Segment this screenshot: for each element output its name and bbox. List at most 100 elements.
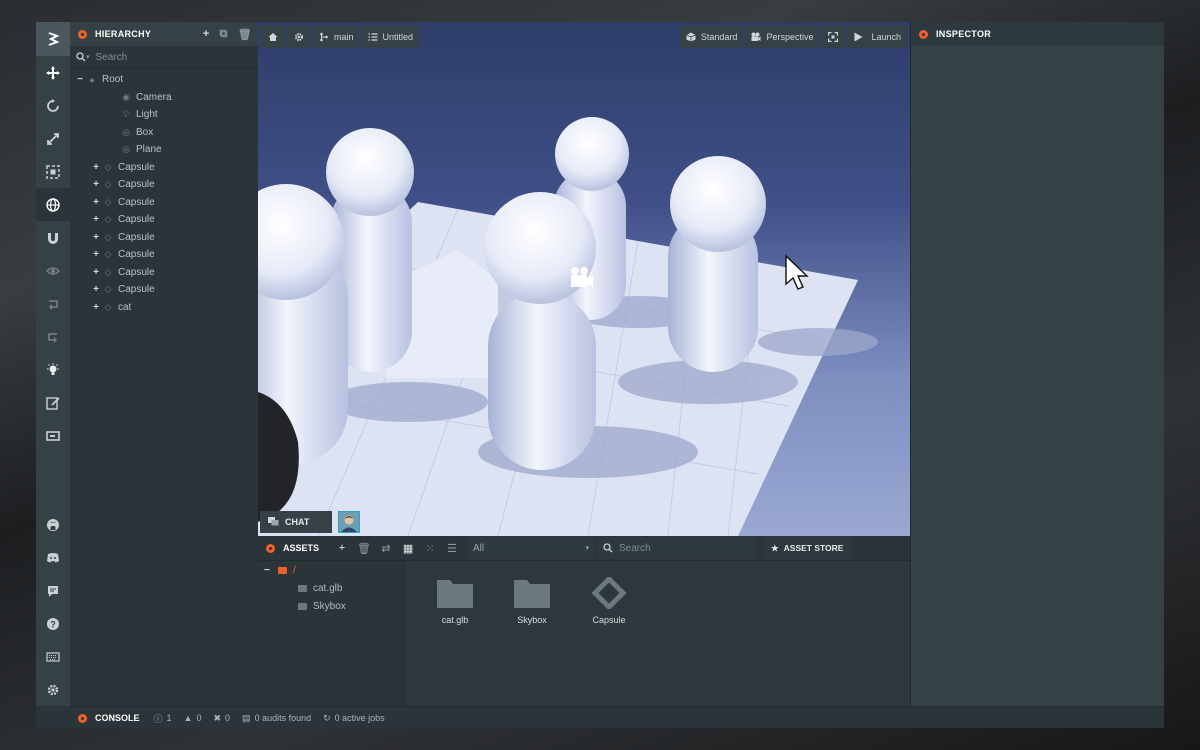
grid-large-view-icon[interactable]: ▦ (397, 542, 419, 555)
lightbulb-icon: 💡︎ (122, 109, 130, 120)
hierarchy-item[interactable]: + ◇ cat (70, 299, 258, 317)
info-count-value: 1 (166, 713, 172, 723)
export-icon[interactable] (36, 419, 70, 452)
logo-icon[interactable] (36, 22, 70, 56)
gear-icon (295, 32, 303, 41)
hierarchy-panel: HIERARCHY + ⧉ 🗑︎ ▾ Search − ● Root ◉ Camera 💡… (70, 22, 258, 706)
error-count[interactable]: ✖ 0 (213, 713, 230, 724)
scene-render[interactable] (258, 22, 910, 536)
asset-tile[interactable]: Skybox (496, 577, 568, 625)
settings-button[interactable] (287, 25, 311, 48)
rotate-tool-icon[interactable] (36, 89, 70, 122)
move-asset-icon[interactable]: ⇄ (375, 542, 397, 555)
help-icon[interactable]: ? (36, 607, 70, 640)
jobs-status[interactable]: ↻ 0 active jobs (323, 713, 385, 724)
search-dropdown-caret-icon[interactable]: ▾ (86, 53, 90, 61)
hierarchy-item[interactable]: + ◇ Capsule (70, 246, 258, 264)
asset-type-filter[interactable]: All ▾ (467, 537, 596, 559)
branch-button[interactable]: main (313, 25, 360, 48)
info-count[interactable]: ⓘ 1 (154, 712, 172, 725)
assets-search-input[interactable]: Search (619, 543, 651, 554)
hierarchy-item-label: Capsule (118, 179, 155, 191)
expand-icon[interactable]: + (90, 284, 102, 295)
undo-icon[interactable] (36, 287, 70, 320)
asset-folder-label: Skybox (313, 600, 346, 612)
hierarchy-search-input[interactable]: Search (96, 52, 128, 63)
collapse-icon[interactable]: − (74, 74, 86, 85)
delete-asset-icon[interactable]: 🗑︎ (353, 542, 375, 555)
hierarchy-item[interactable]: + ◇ Capsule (70, 159, 258, 177)
expand-icon[interactable]: + (90, 214, 102, 225)
add-asset-icon[interactable]: + (331, 542, 353, 554)
home-button[interactable] (261, 25, 285, 48)
chat-button[interactable]: CHAT (260, 511, 332, 533)
expand-icon[interactable]: + (90, 249, 102, 260)
hierarchy-item[interactable]: − ● Root (70, 71, 258, 89)
warning-icon: ▲ (183, 713, 193, 723)
feedback-chat-icon[interactable] (36, 574, 70, 607)
hierarchy-item[interactable]: + ◇ Capsule (70, 281, 258, 299)
shading-button[interactable]: Standard (679, 25, 744, 48)
grid-small-view-icon[interactable]: ⁙ (419, 542, 441, 555)
mesh-icon: ◎ (122, 144, 130, 155)
delete-icon[interactable]: 🗑︎ (238, 28, 252, 41)
launch-button[interactable]: Launch (847, 25, 907, 48)
asset-folder-item[interactable]: cat.glb (258, 579, 404, 597)
world-space-icon[interactable] (36, 188, 70, 221)
chevron-down-icon: ▾ (585, 545, 590, 552)
warning-count[interactable]: ▲ 0 (184, 713, 202, 723)
hierarchy-search[interactable]: ▾ Search (70, 46, 258, 69)
edit-pencil-icon[interactable] (36, 386, 70, 419)
expand-icon[interactable]: + (90, 302, 102, 313)
scale-tool-icon[interactable] (36, 122, 70, 155)
hierarchy-item[interactable]: + ◇ Capsule (70, 229, 258, 247)
expand-icon[interactable]: + (90, 232, 102, 243)
user-avatar[interactable] (338, 511, 360, 533)
fullscreen-button[interactable] (821, 25, 846, 48)
collapse-icon[interactable]: − (264, 565, 278, 576)
add-entity-icon[interactable]: + (203, 28, 210, 40)
asset-folder-item[interactable]: Skybox (258, 597, 404, 615)
hierarchy-item-label: Capsule (118, 266, 155, 278)
settings-gear-icon[interactable] (36, 673, 70, 706)
asset-store-button[interactable]: ★ ASSET STORE (763, 537, 852, 559)
expand-icon[interactable]: + (90, 162, 102, 173)
assets-search[interactable]: Search (597, 537, 758, 559)
lighting-bulb-icon[interactable] (36, 353, 70, 386)
hierarchy-item[interactable]: + ◇ Capsule (70, 211, 258, 229)
asset-folder-item[interactable]: − / (258, 561, 404, 579)
audits-status[interactable]: ▤ 0 audits found (242, 713, 311, 724)
expand-icon[interactable]: + (90, 267, 102, 278)
asset-tile[interactable]: Capsule (573, 577, 645, 625)
scene-viewport[interactable]: main Untitled Standard Perspective Launc… (258, 22, 910, 536)
hierarchy-header: HIERARCHY + ⧉ 🗑︎ (70, 22, 258, 46)
hierarchy-item[interactable]: ◉ Camera (70, 89, 258, 107)
resize-tool-icon[interactable] (36, 155, 70, 188)
snap-magnet-icon[interactable] (36, 221, 70, 254)
projection-button[interactable]: Perspective (745, 25, 820, 48)
asset-store-label: ASSET STORE (783, 543, 844, 553)
duplicate-icon[interactable]: ⧉ (220, 28, 228, 41)
visibility-eye-icon[interactable] (36, 254, 70, 287)
asset-tile[interactable]: cat.glb (419, 577, 491, 625)
keyboard-icon[interactable] (36, 640, 70, 673)
hierarchy-item[interactable]: ◎ Box (70, 124, 258, 142)
hierarchy-item[interactable]: ◎ Plane (70, 141, 258, 159)
scene-button[interactable]: Untitled (361, 25, 420, 48)
expand-icon[interactable]: + (90, 179, 102, 190)
hierarchy-item[interactable]: 💡︎ Light (70, 106, 258, 124)
list-icon (368, 32, 378, 41)
hierarchy-item[interactable]: + ◇ Capsule (70, 264, 258, 282)
hierarchy-item-label: Capsule (118, 249, 155, 261)
asset-folder-label: / (293, 564, 296, 576)
discord-icon[interactable] (36, 541, 70, 574)
github-icon[interactable] (36, 508, 70, 541)
translate-tool-icon[interactable] (36, 56, 70, 89)
hierarchy-item[interactable]: + ◇ Capsule (70, 194, 258, 212)
console-title[interactable]: CONSOLE (95, 713, 140, 723)
hierarchy-item[interactable]: + ◇ Capsule (70, 176, 258, 194)
expand-icon[interactable]: + (90, 197, 102, 208)
redo-icon[interactable] (36, 320, 70, 353)
list-view-icon[interactable]: ☰ (441, 542, 463, 555)
inspector-title: INSPECTOR (936, 29, 992, 39)
